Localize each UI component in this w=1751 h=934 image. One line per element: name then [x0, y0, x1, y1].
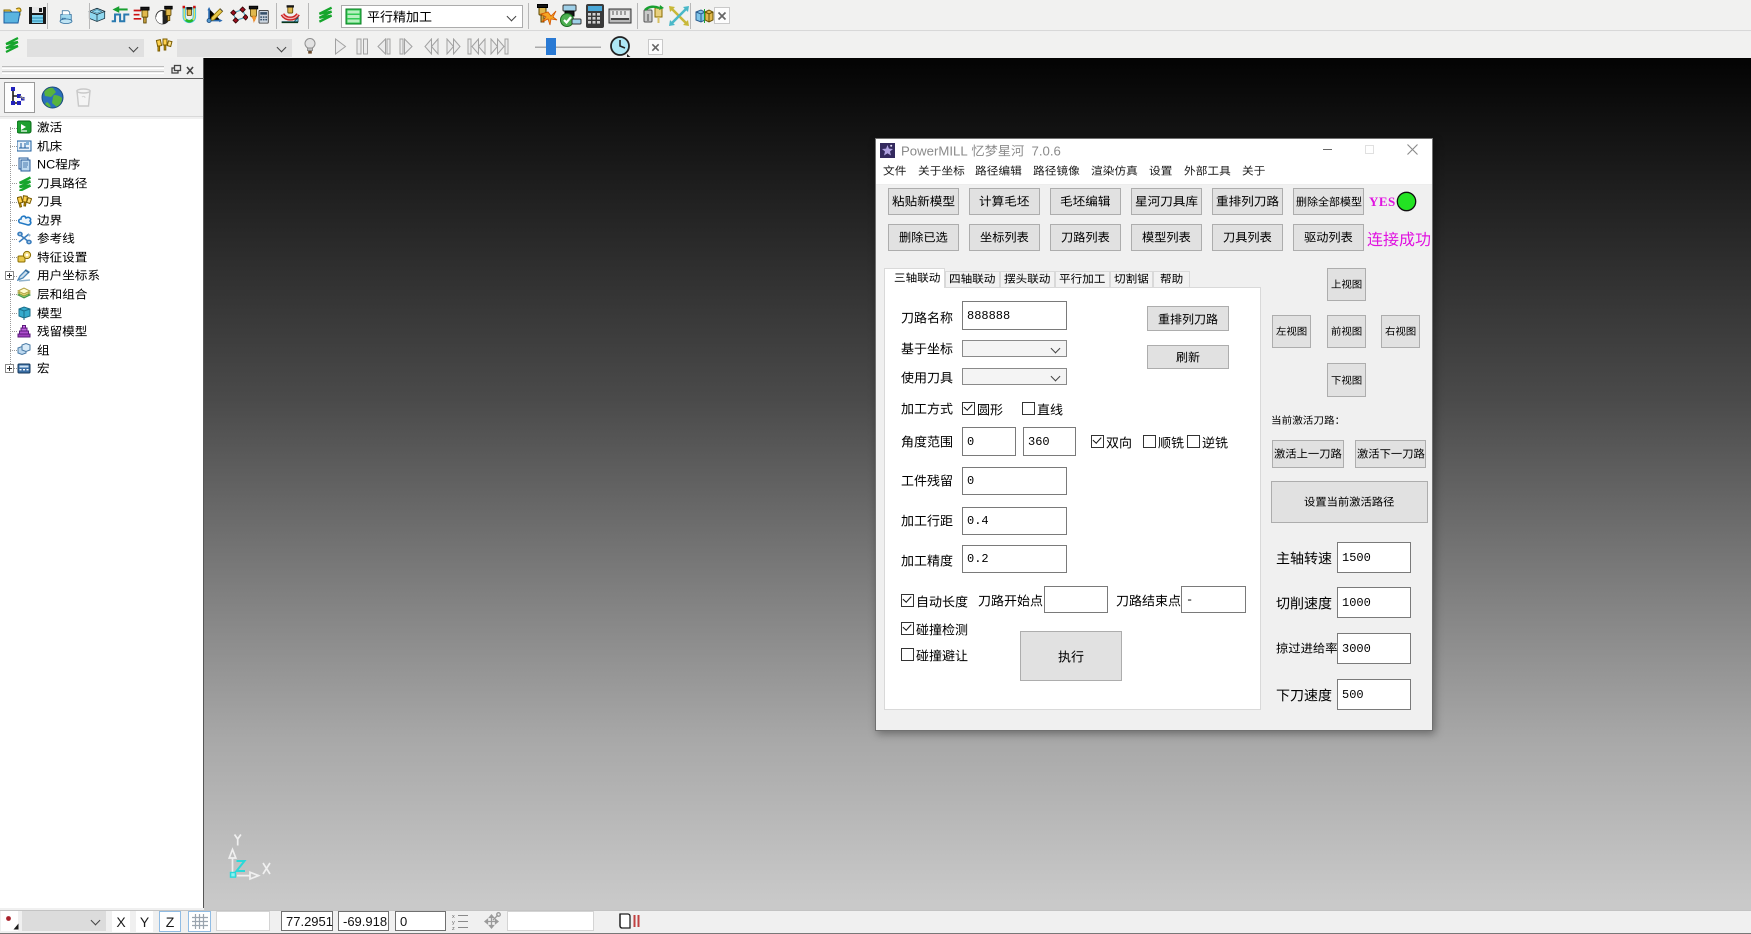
svg-text:NC: NC	[37, 158, 55, 172]
svg-text:z: z	[452, 926, 455, 930]
svg-text:PowerMILL: PowerMILL	[901, 144, 968, 159]
svg-text:7.0.6: 7.0.6	[1032, 144, 1061, 159]
